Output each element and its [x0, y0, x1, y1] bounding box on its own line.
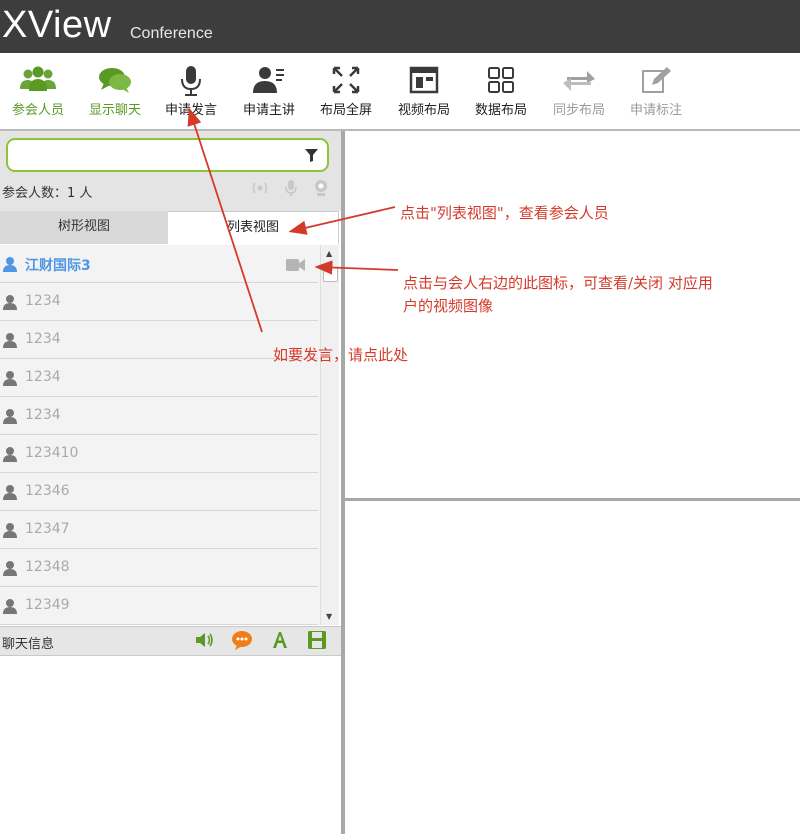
- tab-tree-view[interactable]: 树形视图: [0, 211, 168, 244]
- participant-name: 12347: [25, 521, 70, 537]
- edit-icon: [618, 65, 694, 99]
- request-speak-label: 申请发言: [164, 103, 217, 118]
- annotation-list-view: 点击"列表视图"，查看参会人员: [400, 204, 609, 222]
- user-icon: [2, 484, 18, 500]
- font-icon[interactable]: [270, 630, 290, 654]
- video-camera-icon[interactable]: [286, 257, 306, 276]
- participant-name: 1234: [25, 407, 61, 423]
- participants-button[interactable]: 参会人员: [0, 65, 76, 125]
- participant-row[interactable]: 1234: [0, 397, 318, 435]
- participant-list-scrollbar[interactable]: ▲ ▼: [320, 245, 339, 625]
- video-area-bottom: [345, 501, 800, 834]
- search-input[interactable]: [18, 145, 298, 165]
- annotation-camera-line-2: 户的视频图像: [403, 297, 494, 315]
- participant-row[interactable]: 123410: [0, 435, 318, 473]
- fullscreen-label: 布局全屏: [319, 103, 372, 118]
- participant-name: 12348: [25, 559, 70, 575]
- chat-label: 显示聊天: [88, 103, 141, 118]
- sync-layout-label: 同步布局: [552, 103, 605, 118]
- participants-panel: 参会人数：1 人 树形视图 列表视图 江财国际3 1234 1234 1234 …: [0, 131, 341, 834]
- participants-icon: [0, 65, 76, 99]
- main-toolbar: 参会人员 显示聊天 申请发言 申请主讲 布局全屏 视频布局 数据布局 同步布局 …: [0, 53, 800, 129]
- participant-name: 1234: [25, 293, 61, 309]
- request-speak-button[interactable]: 申请发言: [153, 65, 229, 125]
- data-layout-button[interactable]: 数据布局: [463, 65, 539, 125]
- sync-icon: [541, 65, 617, 99]
- participant-row[interactable]: 1234: [0, 283, 318, 321]
- chat-tools: [182, 630, 327, 654]
- user-icon: [2, 560, 18, 576]
- participant-name: 123410: [25, 445, 79, 461]
- participant-row[interactable]: 江财国际3: [0, 245, 318, 283]
- microphone-icon: [153, 65, 229, 99]
- emoji-chat-icon[interactable]: [231, 630, 253, 654]
- fullscreen-icon: [308, 65, 384, 99]
- sync-layout-button[interactable]: 同步布局: [541, 65, 617, 125]
- fullscreen-button[interactable]: 布局全屏: [308, 65, 384, 125]
- broadcast-icon[interactable]: [251, 180, 269, 200]
- video-layout-label: 视频布局: [397, 103, 450, 118]
- user-icon: [2, 598, 18, 614]
- user-icon: [2, 522, 18, 538]
- request-host-label: 申请主讲: [242, 103, 295, 118]
- participant-status-icons: [241, 179, 329, 201]
- participant-name: 12346: [25, 483, 70, 499]
- view-tabs: 树形视图 列表视图: [0, 211, 341, 244]
- speaker-icon[interactable]: [194, 631, 214, 653]
- scroll-down-icon[interactable]: ▼: [326, 612, 332, 621]
- participant-row[interactable]: 12348: [0, 549, 318, 587]
- user-icon: [2, 370, 18, 386]
- video-layout-icon: [386, 65, 462, 99]
- request-annotate-button[interactable]: 申请标注: [618, 65, 694, 125]
- data-layout-label: 数据布局: [474, 103, 527, 118]
- user-icon: [2, 294, 18, 310]
- grid-layout-icon: [463, 65, 539, 99]
- user-icon: [2, 332, 18, 348]
- participant-row[interactable]: 12349: [0, 587, 318, 625]
- chat-bubbles-icon: [77, 65, 153, 99]
- microphone-small-icon[interactable]: [284, 179, 298, 201]
- user-icon: [2, 408, 18, 424]
- annotation-camera-line-1: 点击与会人右边的此图标，可查看/关闭 对应用: [403, 274, 713, 292]
- save-icon[interactable]: [307, 630, 327, 654]
- participant-name: 12349: [25, 597, 70, 613]
- request-annotate-label: 申请标注: [629, 103, 682, 118]
- webcam-icon[interactable]: [313, 179, 329, 201]
- participant-row[interactable]: 12347: [0, 511, 318, 549]
- participant-row[interactable]: 1234: [0, 321, 318, 359]
- scrollbar-thumb[interactable]: [323, 267, 338, 282]
- chat-message-area[interactable]: [0, 656, 341, 834]
- app-brand: XView: [2, 4, 112, 46]
- chat-title: 聊天信息: [2, 637, 55, 652]
- annotation-speak: 如要发言，请点此处: [273, 346, 409, 364]
- participant-row[interactable]: 1234: [0, 359, 318, 397]
- video-layout-button[interactable]: 视频布局: [386, 65, 462, 125]
- user-icon: [2, 256, 18, 272]
- filter-icon[interactable]: [304, 148, 319, 163]
- chat-button[interactable]: 显示聊天: [77, 65, 153, 125]
- participant-name: 1234: [25, 369, 61, 385]
- participant-list: 江财国际3 1234 1234 1234 1234 123410 12346 1…: [0, 245, 320, 625]
- title-bar: XView Conference: [0, 0, 800, 53]
- request-host-button[interactable]: 申请主讲: [231, 65, 307, 125]
- participant-count: 参会人数：1 人: [2, 186, 93, 201]
- tab-list-view[interactable]: 列表视图: [168, 211, 339, 244]
- participants-label: 参会人员: [11, 103, 64, 118]
- presenter-icon: [231, 65, 307, 99]
- scroll-up-icon[interactable]: ▲: [326, 249, 332, 258]
- participant-name: 江财国际3: [25, 258, 91, 274]
- chat-header: 聊天信息: [0, 626, 341, 656]
- participant-name: 1234: [25, 331, 61, 347]
- user-icon: [2, 446, 18, 462]
- search-area: 参会人数：1 人: [0, 131, 341, 211]
- app-subtitle: Conference: [130, 25, 213, 42]
- search-box: [6, 138, 329, 172]
- participant-row[interactable]: 12346: [0, 473, 318, 511]
